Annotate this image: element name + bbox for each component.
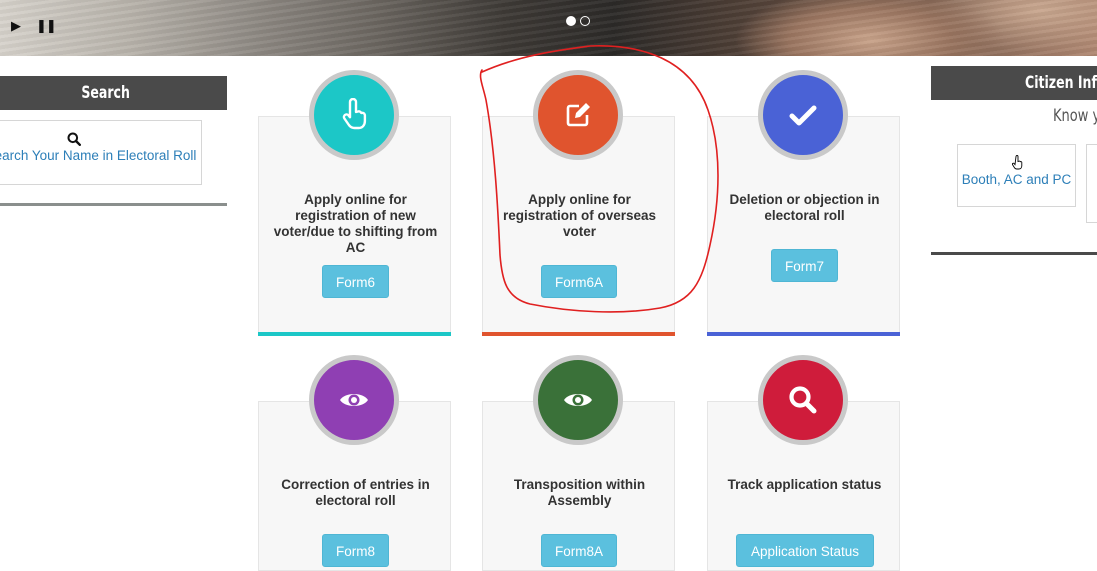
- card-accent-bar: [707, 332, 900, 336]
- application-status-button[interactable]: Application Status: [736, 534, 874, 567]
- form8a-icon-circle[interactable]: [533, 355, 623, 445]
- service-card-title: Apply online for registration of oversea…: [502, 192, 657, 239]
- service-card-title: Track application status: [727, 477, 882, 492]
- know-your-heading: Know your: [1053, 106, 1097, 126]
- form7-button[interactable]: Form7: [771, 249, 838, 282]
- know-your-text: Know your: [1053, 106, 1097, 126]
- form8-button[interactable]: Form8: [322, 534, 389, 567]
- form6a-icon-circle[interactable]: [533, 70, 623, 160]
- play-icon[interactable]: ▶: [11, 18, 21, 34]
- search-panel-title: Search: [0, 76, 227, 110]
- banner-slider: ▶ ❚❚: [0, 0, 1097, 56]
- slider-dot-1[interactable]: [566, 16, 576, 26]
- edit-icon: [566, 103, 590, 127]
- search-panel-title-text: Search: [81, 83, 130, 103]
- search-electoral-roll-label: Search Your Name in Electoral Roll: [0, 148, 197, 163]
- search-electoral-roll-link[interactable]: Search Your Name in Electoral Roll: [0, 120, 202, 185]
- citizen-panel-divider: [931, 252, 1097, 255]
- citizen-info-next-tile[interactable]: [1086, 144, 1097, 223]
- citizen-info-panel-title: Citizen Information: [931, 66, 1097, 100]
- hand-pointer-icon: [342, 98, 367, 130]
- search-icon: [789, 386, 817, 414]
- service-card-title: Correction of entries in electoral roll: [281, 477, 430, 508]
- form6-button[interactable]: Form6: [322, 265, 389, 298]
- pause-icon[interactable]: ❚❚: [36, 18, 57, 34]
- eye-icon: [340, 394, 368, 406]
- booth-ac-pc-link[interactable]: Booth, AC and PC: [957, 144, 1076, 207]
- form7-icon-circle[interactable]: [758, 70, 848, 160]
- booth-ac-pc-label: Booth, AC and PC: [961, 172, 1072, 187]
- eye-icon: [564, 394, 592, 406]
- citizen-info-title-text: Citizen Information: [1025, 73, 1097, 93]
- search-icon: [67, 132, 81, 146]
- track-status-icon-circle[interactable]: [758, 355, 848, 445]
- search-panel-divider: [0, 203, 227, 206]
- form6a-button[interactable]: Form6A: [541, 265, 617, 298]
- check-icon: [789, 105, 817, 126]
- slider-pagination: [566, 16, 590, 26]
- form6-icon-circle[interactable]: [309, 70, 399, 160]
- hand-cursor-icon: [1012, 155, 1023, 170]
- slider-dot-2[interactable]: [580, 16, 590, 26]
- service-card-title: Deletion or objection in electoral roll: [729, 192, 880, 223]
- card-accent-bar: [482, 332, 675, 336]
- service-card-title: Apply online for registration of new vot…: [273, 192, 438, 255]
- card-accent-bar: [258, 332, 451, 336]
- form8-icon-circle[interactable]: [309, 355, 399, 445]
- form8a-button[interactable]: Form8A: [541, 534, 617, 567]
- service-card-title: Transposition within Assembly: [513, 477, 646, 508]
